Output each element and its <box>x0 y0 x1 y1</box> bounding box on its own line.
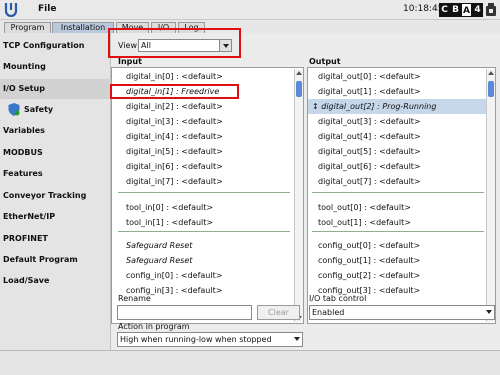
output-row[interactable]: digital_out[7] : <default> <box>318 174 421 189</box>
list-divider <box>312 231 484 232</box>
output-row[interactable]: digital_out[6] : <default> <box>318 159 421 174</box>
input-row[interactable]: Safeguard Reset <box>126 238 192 253</box>
output-row[interactable]: config_out[0] : <default> <box>318 238 420 253</box>
title-bar: File 10:18:45 C B A 4 <box>0 0 500 20</box>
output-row[interactable]: config_out[1] : <default> <box>318 253 420 268</box>
output-row[interactable]: digital_out[4] : <default> <box>318 129 421 144</box>
output-row[interactable]: digital_out[0] : <default> <box>318 69 421 84</box>
input-row[interactable]: config_in[0] : <default> <box>126 268 222 283</box>
tab-program[interactable]: Program <box>4 22 51 33</box>
chevron-down-icon <box>483 306 494 319</box>
tab-installation[interactable]: Installation <box>52 22 114 33</box>
action-in-program-label: Action in program <box>118 322 190 331</box>
input-row[interactable]: digital_in[3] : <default> <box>126 114 223 129</box>
sidebar-item-safety[interactable]: Safety <box>0 100 111 120</box>
io-tab-control-label: I/O tab control <box>309 294 367 303</box>
badge-4: 4 <box>472 3 483 17</box>
output-row-selected[interactable]: ↕ digital_out[2] : Prog-Running <box>308 99 486 114</box>
output-row[interactable]: tool_out[1] : <default> <box>318 215 411 230</box>
chevron-down-icon <box>291 333 302 346</box>
view-highlight-box <box>108 28 241 58</box>
badge-a: A <box>461 3 472 17</box>
input-row[interactable]: digital_in[6] : <default> <box>126 159 223 174</box>
input-row[interactable]: tool_in[1] : <default> <box>126 215 213 230</box>
status-bar <box>0 350 500 375</box>
scroll-thumb[interactable] <box>296 81 302 97</box>
clear-button[interactable]: Clear <box>257 305 300 320</box>
output-row[interactable]: digital_out[5] : <default> <box>318 144 421 159</box>
action-in-program-dropdown[interactable]: High when running-low when stopped <box>117 332 303 347</box>
sidebar-item-mounting[interactable]: Mounting <box>0 57 111 77</box>
action-in-program-value: High when running-low when stopped <box>120 335 272 344</box>
sidebar-item-safety-label: Safety <box>24 105 54 114</box>
input-row[interactable]: digital_in[5] : <default> <box>126 144 223 159</box>
list-divider <box>312 192 484 193</box>
output-list[interactable]: digital_out[0] : <default> digital_out[1… <box>307 67 496 324</box>
sidebar-item-profinet[interactable]: PROFINET <box>0 229 111 249</box>
input-row[interactable]: tool_in[0] : <default> <box>126 200 213 215</box>
rename-input[interactable] <box>117 305 252 320</box>
clock: 10:18:45 <box>403 4 444 14</box>
output-row[interactable]: config_out[2] : <default> <box>318 268 420 283</box>
robot-status-icon[interactable] <box>485 3 497 17</box>
shield-icon <box>8 103 20 116</box>
sidebar-item-conveyor-tracking[interactable]: Conveyor Tracking <box>0 186 111 206</box>
file-menu[interactable]: File <box>38 4 56 14</box>
scroll-up-icon[interactable] <box>487 69 495 77</box>
sidebar-item-ethernet-ip[interactable]: EtherNet/IP <box>0 207 111 227</box>
list-divider <box>118 192 290 193</box>
input-scrollbar[interactable] <box>294 69 303 322</box>
input-row[interactable]: digital_in[0] : <default> <box>126 69 223 84</box>
sidebar-item-default-program[interactable]: Default Program <box>0 250 111 270</box>
output-header: Output <box>309 57 341 66</box>
io-setup-panel: View All Input Output digital_in[0] : <d… <box>111 33 500 350</box>
input-row[interactable]: digital_in[4] : <default> <box>126 129 223 144</box>
universal-robots-logo-icon[interactable] <box>4 2 20 17</box>
scroll-up-icon[interactable] <box>295 69 303 77</box>
sidebar-item-io-setup[interactable]: I/O Setup <box>0 79 111 99</box>
sidebar-item-features[interactable]: Features <box>0 164 111 184</box>
output-row[interactable]: digital_out[1] : <default> <box>318 84 421 99</box>
input-header: Input <box>118 57 142 66</box>
sidebar-item-variables[interactable]: Variables <box>0 121 111 141</box>
sidebar-item-load-save[interactable]: Load/Save <box>0 271 111 291</box>
rename-label: Rename <box>118 294 151 303</box>
sidebar: TCP Configuration Mounting I/O Setup Saf… <box>0 33 111 350</box>
cba-badge: C B A 4 <box>439 3 483 17</box>
badge-c: C <box>439 3 450 17</box>
input-row[interactable]: digital_in[7] : <default> <box>126 174 223 189</box>
scroll-thumb[interactable] <box>488 81 494 97</box>
list-divider <box>118 231 290 232</box>
input-list[interactable]: digital_in[0] : <default> digital_in[1] … <box>111 67 304 324</box>
input-row[interactable]: Safeguard Reset <box>126 253 192 268</box>
io-tab-control-dropdown[interactable]: Enabled <box>309 305 495 320</box>
input-row[interactable]: digital_in[2] : <default> <box>126 99 223 114</box>
io-tab-control-value: Enabled <box>312 308 345 317</box>
tab-bar: Program Installation Move I/O Log <box>0 20 500 33</box>
output-row[interactable]: tool_out[0] : <default> <box>318 200 411 215</box>
sidebar-item-tcp-configuration[interactable]: TCP Configuration <box>0 36 111 56</box>
sidebar-item-modbus[interactable]: MODBUS <box>0 143 111 163</box>
output-row[interactable]: digital_out[3] : <default> <box>318 114 421 129</box>
badge-b: B <box>450 3 461 17</box>
output-scrollbar[interactable] <box>486 69 495 322</box>
freedrive-highlight-box <box>110 84 239 99</box>
